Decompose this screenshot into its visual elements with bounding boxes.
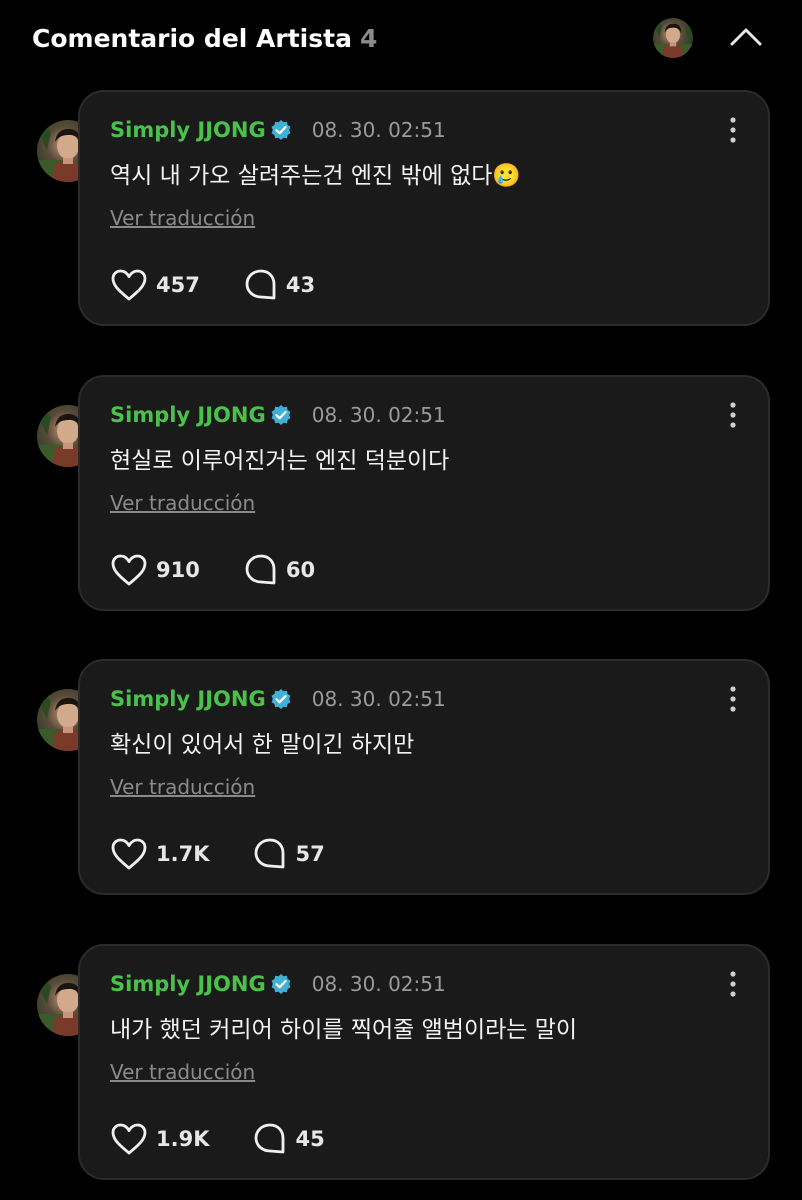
like-count: 1.9K bbox=[156, 1127, 210, 1151]
like-button[interactable]: 1.9K bbox=[110, 1122, 209, 1156]
verified-badge-icon bbox=[271, 974, 291, 994]
comment-card: Simply JJONG 08. 30. 02:51 확신이 있어서 한 말이긴… bbox=[78, 659, 770, 895]
comment-meta: Simply JJONG 08. 30. 02:51 bbox=[110, 684, 446, 714]
comment-bubble-icon bbox=[255, 838, 285, 869]
author-name[interactable]: Simply JJONG bbox=[110, 403, 266, 427]
like-button[interactable]: 1.7K bbox=[110, 837, 209, 871]
reply-button[interactable]: 43 bbox=[244, 268, 315, 302]
author-name[interactable]: Simply JJONG bbox=[110, 972, 266, 996]
translate-link[interactable]: Ver traducción bbox=[110, 206, 255, 230]
reply-count: 45 bbox=[295, 1127, 325, 1151]
comment-card: Simply JJONG 08. 30. 02:51 역시 내 가오 살려주는건… bbox=[78, 90, 770, 326]
section-title-label: Comentario del Artista bbox=[32, 24, 352, 53]
comment-bubble-icon bbox=[245, 269, 276, 300]
like-count: 910 bbox=[156, 558, 200, 582]
comment-text: 역시 내 가오 살려주는건 엔진 밖에 없다🥲 bbox=[110, 163, 522, 189]
comment-time: 08. 30. 02:51 bbox=[311, 687, 446, 711]
comment-bubble-icon bbox=[245, 554, 276, 585]
section-title: Comentario del Artista 4 bbox=[32, 24, 377, 53]
chevron-up-icon[interactable] bbox=[728, 22, 764, 52]
like-button[interactable]: 457 bbox=[110, 268, 200, 302]
like-button[interactable]: 910 bbox=[110, 553, 200, 587]
comment-text: 내가 했던 커리어 하이를 찍어줄 앨범이라는 말이 bbox=[110, 1017, 578, 1043]
comment-meta: Simply JJONG 08. 30. 02:51 bbox=[110, 400, 446, 430]
more-options-icon[interactable] bbox=[728, 401, 738, 429]
comment-text: 현실로 이루어진거는 엔진 덕분이다 bbox=[110, 448, 450, 474]
heart-icon bbox=[111, 838, 147, 870]
reply-count: 60 bbox=[285, 558, 316, 582]
heart-icon bbox=[111, 554, 147, 586]
more-options-icon[interactable] bbox=[728, 970, 738, 998]
verified-badge-icon bbox=[271, 120, 291, 140]
user-avatar[interactable] bbox=[653, 18, 693, 58]
comment-card: Simply JJONG 08. 30. 02:51 현실로 이루어진거는 엔진… bbox=[78, 375, 770, 611]
reply-button[interactable]: 57 bbox=[253, 837, 325, 871]
author-name[interactable]: Simply JJONG bbox=[110, 687, 266, 711]
reply-count: 57 bbox=[295, 842, 325, 866]
reply-button[interactable]: 45 bbox=[253, 1122, 325, 1156]
comment-time: 08. 30. 02:51 bbox=[311, 403, 446, 427]
like-count: 457 bbox=[156, 273, 200, 297]
comment-count: 4 bbox=[359, 24, 378, 53]
reply-count: 43 bbox=[285, 273, 316, 297]
reply-button[interactable]: 60 bbox=[244, 553, 315, 587]
verified-badge-icon bbox=[271, 689, 291, 709]
comment-meta: Simply JJONG 08. 30. 02:51 bbox=[110, 969, 446, 999]
comment-actions: 1.9K 45 bbox=[110, 1122, 325, 1156]
translate-link[interactable]: Ver traducción bbox=[110, 775, 255, 799]
comment-actions: 910 60 bbox=[110, 553, 315, 587]
heart-icon bbox=[111, 1123, 147, 1155]
verified-badge-icon bbox=[271, 405, 291, 425]
more-options-icon[interactable] bbox=[728, 116, 738, 144]
comment-meta: Simply JJONG 08. 30. 02:51 bbox=[110, 115, 446, 145]
translate-link[interactable]: Ver traducción bbox=[110, 1060, 255, 1084]
comment-bubble-icon bbox=[255, 1123, 285, 1154]
comment-card: Simply JJONG 08. 30. 02:51 내가 했던 커리어 하이를… bbox=[78, 944, 770, 1180]
comment-actions: 1.7K 57 bbox=[110, 837, 325, 871]
header: Comentario del Artista 4 bbox=[0, 0, 802, 80]
comment-text: 확신이 있어서 한 말이긴 하지만 bbox=[110, 732, 415, 758]
translate-link[interactable]: Ver traducción bbox=[110, 491, 255, 515]
author-name[interactable]: Simply JJONG bbox=[110, 118, 266, 142]
comment-actions: 457 43 bbox=[110, 268, 315, 302]
more-options-icon[interactable] bbox=[728, 685, 738, 713]
comment-time: 08. 30. 02:51 bbox=[311, 118, 446, 142]
heart-icon bbox=[111, 269, 147, 301]
comment-time: 08. 30. 02:51 bbox=[311, 972, 446, 996]
like-count: 1.7K bbox=[156, 842, 210, 866]
